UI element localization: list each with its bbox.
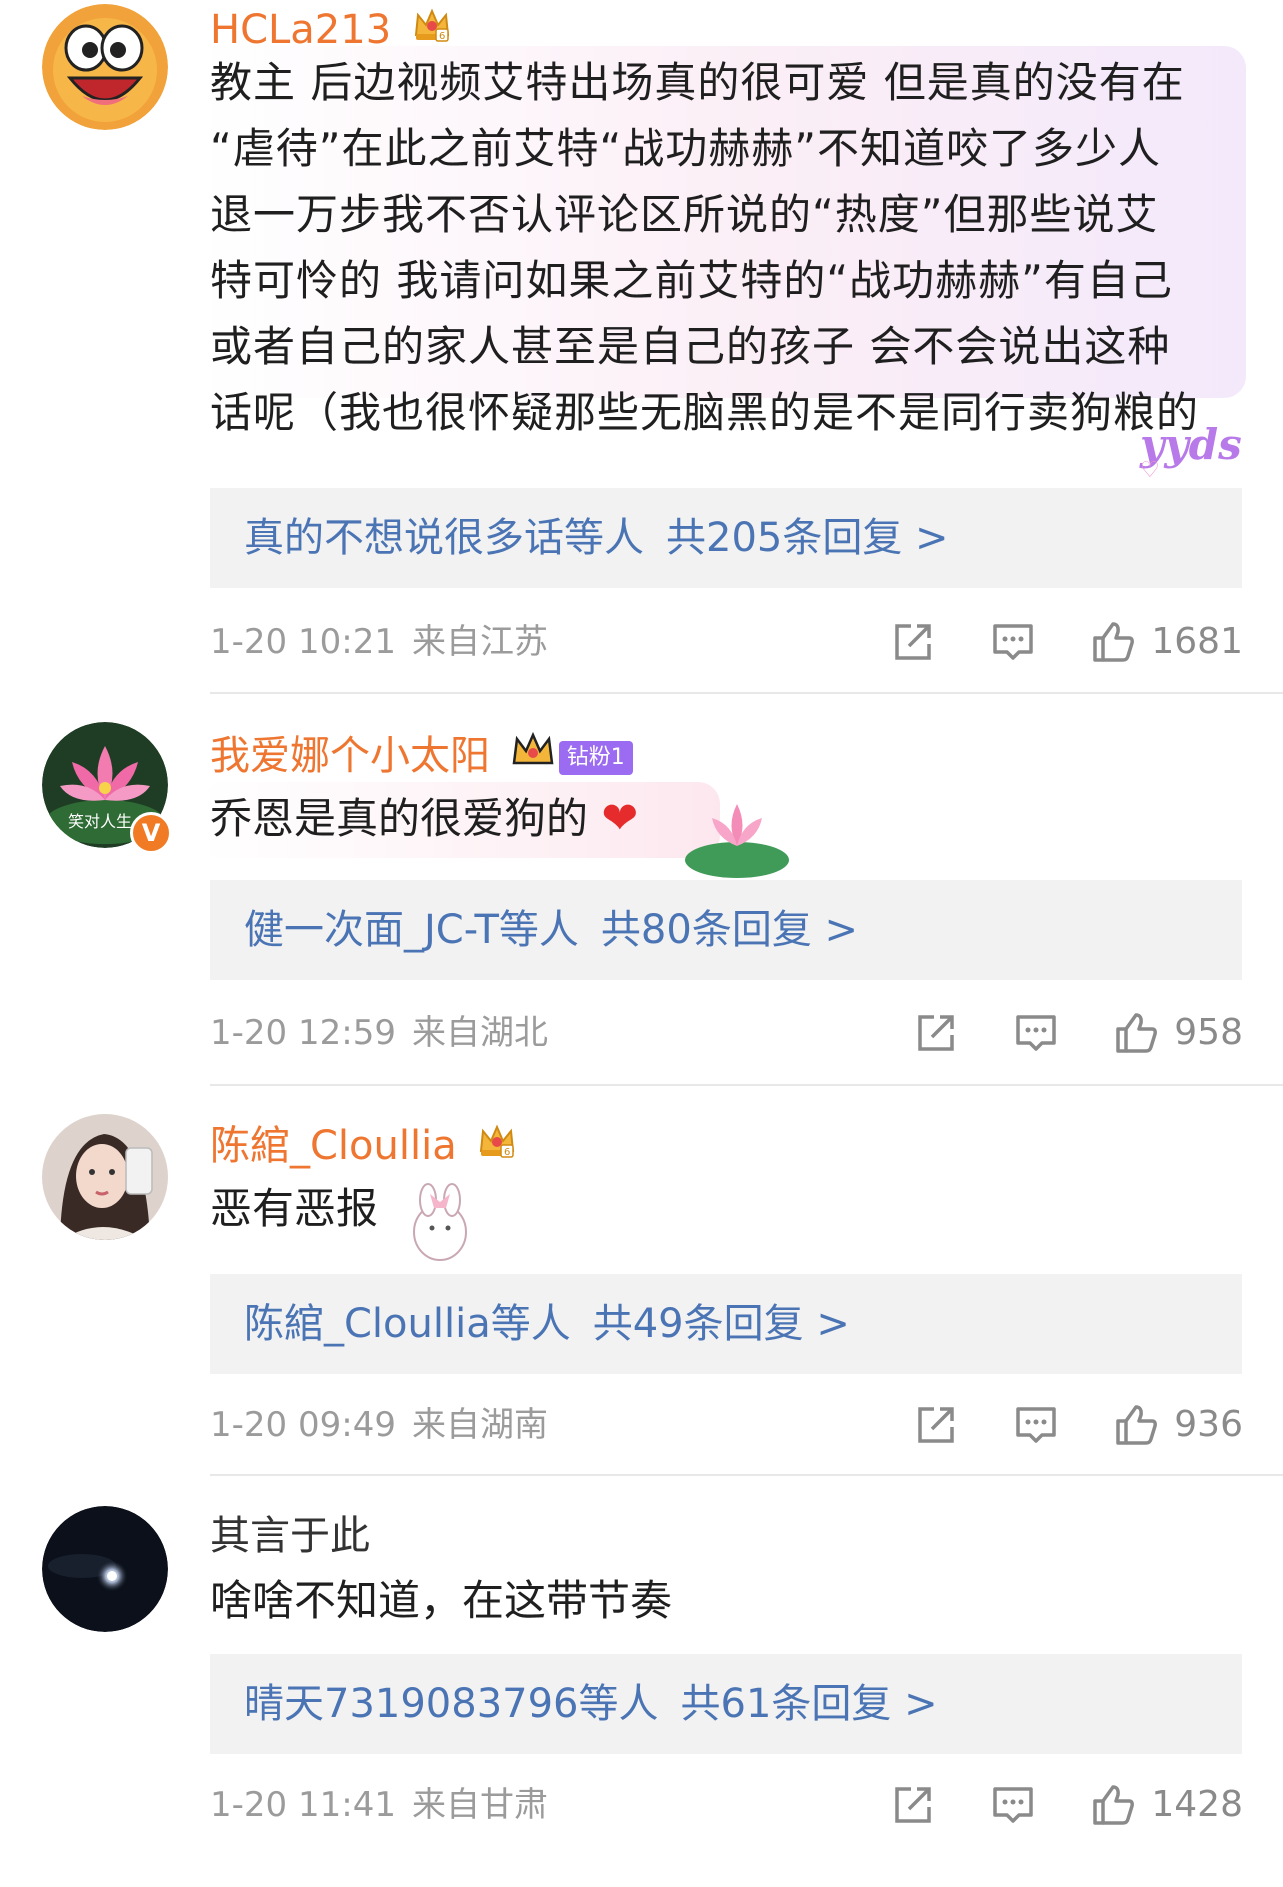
reply-summary[interactable]: 陈綰_Cloullia等人 共49条回复 > (210, 1274, 1242, 1374)
crown-icon (511, 730, 555, 786)
thumbs-up-icon[interactable] (1089, 618, 1137, 666)
comment-date: 1-20 09:49 (210, 1405, 396, 1445)
username-text[interactable]: 其言于此 (210, 1513, 370, 1559)
cartoon-avatar-icon (42, 4, 168, 130)
comment-line: “虐待”在此之前艾特“战功赫赫”不知道咬了多少人 (210, 124, 1162, 173)
reply-users[interactable]: 真的不想说很多话等人 (244, 515, 644, 561)
reply-summary[interactable]: 真的不想说很多话等人 共205条回复 > (210, 488, 1242, 588)
comment-meta: 1-20 10:21 来自江苏 (210, 617, 548, 667)
like-count: 1428 (1151, 1784, 1243, 1825)
avatar[interactable] (42, 1114, 168, 1240)
comment-line: 乔恩是真的很爱狗的 (210, 794, 589, 843)
comment-date: 1-20 12:59 (210, 1013, 396, 1053)
reply-count[interactable]: 共49条回复 > (593, 1301, 850, 1347)
reply-users[interactable]: 陈綰_Cloullia等人 (244, 1301, 571, 1347)
comment-actions: 958 (860, 1008, 1243, 1058)
bunny-sticker-icon (413, 1183, 467, 1261)
thumbs-up-icon[interactable] (1112, 1009, 1160, 1057)
divider (210, 1084, 1283, 1086)
divider (210, 1474, 1283, 1476)
share-icon[interactable] (889, 618, 937, 666)
reply-count[interactable]: 共61条回复 > (681, 1681, 938, 1727)
comment-line: 话呢（我也很怀疑那些无脑黑的是不是同行卖狗粮的 (210, 388, 1200, 437)
comment-icon[interactable] (1012, 1009, 1060, 1057)
comment-line: 退一万步我不否认评论区所说的“热度”但那些说艾 (210, 190, 1159, 239)
night-moon-avatar-icon (42, 1506, 168, 1632)
reply-count[interactable]: 共80条回复 > (601, 907, 858, 953)
comment-meta: 1-20 12:59 来自湖北 (210, 1008, 548, 1058)
comment-actions: 1681 (837, 617, 1243, 667)
share-icon[interactable] (889, 1781, 937, 1829)
heart-sticker-icon: ♡ (1140, 458, 1160, 483)
share-icon[interactable] (912, 1009, 960, 1057)
reply-users[interactable]: 健一次面_JC-T等人 (244, 907, 579, 953)
svg-text:6: 6 (504, 1147, 510, 1158)
reply-summary[interactable]: 晴天7319083796等人 共61条回复 > (210, 1654, 1242, 1754)
reply-users[interactable]: 晴天7319083796等人 (244, 1681, 659, 1727)
username[interactable]: 其言于此 (210, 1508, 370, 1564)
comment-location: 来自湖北 (411, 1013, 548, 1053)
comment-icon[interactable] (989, 618, 1037, 666)
comment-line: 啥啥不知道，在这带节奏 (210, 1576, 673, 1625)
avatar[interactable] (42, 1506, 168, 1632)
like-count: 1681 (1151, 621, 1243, 662)
comment-text: 恶有恶报 (210, 1176, 1230, 1242)
red-heart-icon: ❤ (601, 793, 639, 844)
thumbs-up-icon[interactable] (1112, 1401, 1160, 1449)
crown-icon: 6 (477, 1120, 517, 1176)
svg-text:6: 6 (439, 31, 445, 42)
divider (210, 692, 1283, 694)
like-count: 958 (1174, 1012, 1243, 1053)
fan-badge: 钻粉1 (558, 741, 633, 775)
reply-count[interactable]: 共205条回复 > (666, 515, 949, 561)
verified-v-icon: V (130, 812, 172, 854)
username-text[interactable]: 陈綰_Cloullia (210, 1123, 457, 1169)
comment-line: 教主 后边视频艾特出场真的很可爱 但是真的没有在 (210, 58, 1185, 107)
username[interactable]: 我爱娜个小太阳 钻粉1 (210, 728, 633, 786)
thumbs-up-icon[interactable] (1089, 1781, 1137, 1829)
comment-icon[interactable] (989, 1781, 1037, 1829)
username-text[interactable]: 我爱娜个小太阳 (210, 733, 490, 779)
avatar[interactable] (42, 4, 168, 130)
comment-line: 或者自己的家人甚至是自己的孩子 会不会说出这种 (210, 322, 1171, 371)
reply-summary[interactable]: 健一次面_JC-T等人 共80条回复 > (210, 880, 1242, 980)
comment-actions: 936 (860, 1400, 1243, 1450)
comment-text: 教主 后边视频艾特出场真的很可爱 但是真的没有在 “虐待”在此之前艾特“战功赫赫… (210, 50, 1230, 446)
username[interactable]: 陈綰_Cloullia 6 (210, 1118, 517, 1176)
comment-meta: 1-20 09:49 来自湖南 (210, 1400, 548, 1450)
comment-text: 啥啥不知道，在这带节奏 (210, 1568, 1230, 1634)
comment-line: 特可怜的 我请问如果之前艾特的“战功赫赫”有自己 (210, 256, 1173, 305)
comment-icon[interactable] (1012, 1401, 1060, 1449)
comment-meta: 1-20 11:41 来自甘肃 (210, 1780, 548, 1830)
avatar-caption: 笑对人生 (68, 812, 133, 831)
comment-date: 1-20 11:41 (210, 1785, 396, 1825)
comment-actions: 1428 (837, 1780, 1243, 1830)
share-icon[interactable] (912, 1401, 960, 1449)
lotus-sticker-icon (685, 804, 789, 878)
comment-location: 来自甘肃 (411, 1785, 548, 1825)
comment-date: 1-20 10:21 (210, 622, 396, 662)
comment-location: 来自江苏 (411, 622, 548, 662)
like-count: 936 (1174, 1404, 1243, 1445)
comment-location: 来自湖南 (411, 1405, 548, 1445)
selfie-avatar-icon (42, 1114, 168, 1240)
comment-line: 恶有恶报 (210, 1184, 379, 1233)
